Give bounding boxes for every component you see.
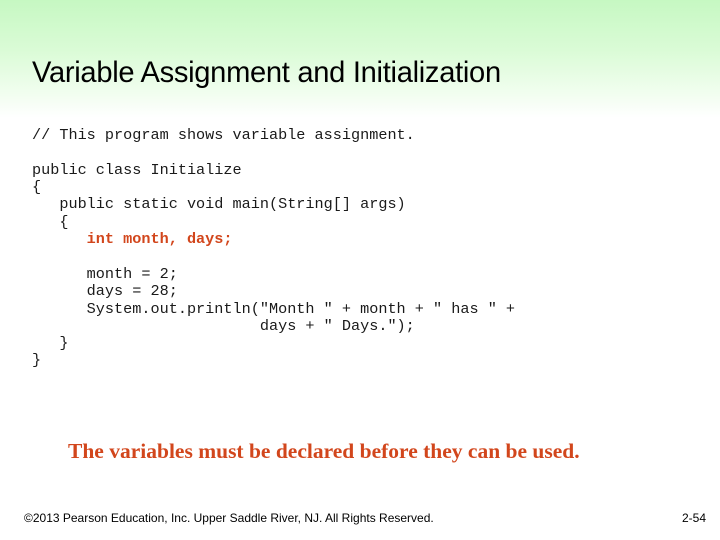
- code-line-println-continued: days + " Days.");: [32, 316, 415, 335]
- caption-note: The variables must be declared before th…: [68, 439, 580, 463]
- code-line-method-open-brace: {: [32, 212, 69, 231]
- code-line-variable-declaration: int month, days;: [32, 230, 233, 249]
- code-line-month-assignment: month = 2;: [32, 264, 178, 283]
- code-line-method-close-brace: }: [32, 334, 69, 353]
- code-block: // This program shows variable assignmen…: [32, 126, 516, 370]
- code-line-comment: // This program shows variable assignmen…: [32, 126, 415, 144]
- code-line-days-assignment: days = 28;: [32, 282, 178, 301]
- code-line-println: System.out.println("Month " + month + " …: [32, 299, 516, 318]
- slide-title: Variable Assignment and Initialization: [32, 56, 501, 89]
- code-line-class-declaration: public class Initialize: [32, 160, 242, 179]
- code-line-main-method: public static void main(String[] args): [32, 195, 406, 214]
- code-line-class-close-brace: }: [32, 351, 42, 370]
- page-number: 2-54: [681, 511, 706, 525]
- footer-copyright: ©2013 Pearson Education, Inc. Upper Sadd…: [24, 511, 434, 525]
- code-line-class-open-brace: {: [32, 178, 42, 197]
